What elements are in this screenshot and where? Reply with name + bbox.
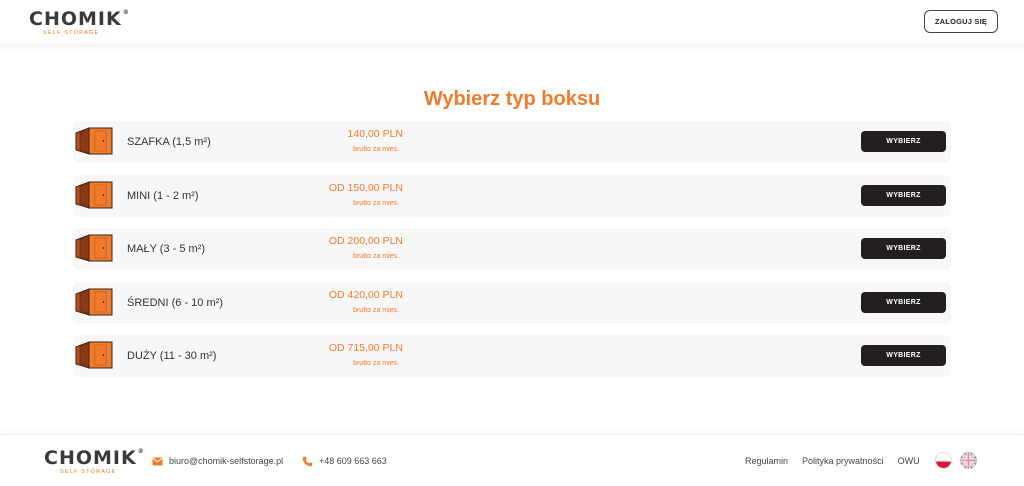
box-type-name: DUŻY (11 - 30 m²) [127,350,217,362]
box-type-list: SZAFKA (1,5 m²) 140,00 PLN brutto za mie… [73,121,951,389]
logo-tagline: SELF STORAGE [60,469,117,475]
box-type-row: MINI (1 - 2 m²) OD 150,00 PLN brutto za … [73,174,951,217]
footer-phone-text: +48 609 663 663 [319,456,387,466]
footer-link-regulations[interactable]: Regulamin [745,456,788,466]
flag-poland-icon[interactable] [935,452,952,469]
box-type-price: 140,00 PLN [347,128,403,140]
box-type-name: SZAFKA (1,5 m²) [127,136,211,148]
storage-box-icon [75,234,113,262]
footer-link-owu[interactable]: OWU [898,456,920,466]
site-footer: CHOMIK® SELF STORAGE biuro@chomik-selfst… [0,434,1024,486]
box-type-price-block: OD 715,00 PLN brutto za mies. [295,342,403,368]
footer-email[interactable]: biuro@chomik-selfstorage.pl [152,435,283,486]
box-type-price: OD 200,00 PLN [328,235,403,247]
login-button[interactable]: ZALOGUJ SIĘ [924,10,998,33]
box-type-price: OD 150,00 PLN [328,181,403,194]
box-type-price: OD 420,00 PLN [328,288,403,301]
footer-links: Regulamin Polityka prywatności OWU [745,435,920,486]
select-box-button[interactable]: WYBIERZ [861,291,946,313]
storage-box-icon [75,127,113,155]
storage-box-icon [75,180,113,209]
logo-tagline: SELF STORAGE [43,30,100,36]
select-box-button[interactable]: WYBIERZ [861,238,946,259]
site-logo[interactable]: CHOMIK® SELF STORAGE [29,10,130,37]
price-note: brutto za mies. [353,306,399,314]
footer-phone[interactable]: +48 609 663 663 [302,435,387,486]
select-box-button[interactable]: WYBIERZ [861,184,946,206]
box-type-name: ŚREDNI (6 - 10 m²) [127,296,223,309]
logo-wordmark: CHOMIK® [44,447,145,469]
logo-wordmark: CHOMIK® [29,8,130,30]
box-type-price: OD 715,00 PLN [328,342,403,354]
box-type-price-block: 140,00 PLN brutto za mies. [295,128,403,154]
storage-box-icon [75,287,113,316]
box-type-row: DUŻY (11 - 30 m²) OD 715,00 PLN brutto z… [73,335,951,377]
phone-icon [302,456,313,466]
footer-email-text: biuro@chomik-selfstorage.pl [169,456,284,466]
footer-link-privacy[interactable]: Polityka prywatności [802,456,884,466]
box-type-price-block: OD 150,00 PLN brutto za mies. [295,182,403,208]
box-type-row: SZAFKA (1,5 m²) 140,00 PLN brutto za mie… [73,121,951,163]
box-type-name: MINI (1 - 2 m²) [127,189,199,202]
price-note: brutto za mies. [353,199,399,207]
box-type-price-block: OD 420,00 PLN brutto za mies. [295,289,403,315]
site-header: CHOMIK® SELF STORAGE ZALOGUJ SIĘ [0,0,1024,44]
footer-logo[interactable]: CHOMIK® SELF STORAGE [44,449,145,476]
price-note: brutto za mies. [353,360,399,367]
select-box-button[interactable]: WYBIERZ [861,131,946,152]
box-type-row: ŚREDNI (6 - 10 m²) OD 420,00 PLN brutto … [73,281,951,324]
page-title: Wybierz typ boksu [423,88,601,110]
storage-box-icon [75,341,113,369]
box-type-row: MAŁY (3 - 5 m²) OD 200,00 PLN brutto za … [73,228,951,270]
price-note: brutto za mies. [353,253,399,260]
envelope-icon [152,457,163,465]
flag-uk-icon[interactable] [960,452,977,469]
price-note: brutto za mies. [353,146,399,153]
select-box-button[interactable]: WYBIERZ [861,345,946,366]
box-type-name: MAŁY (3 - 5 m²) [127,243,206,255]
box-type-price-block: OD 200,00 PLN brutto za mies. [295,235,403,261]
